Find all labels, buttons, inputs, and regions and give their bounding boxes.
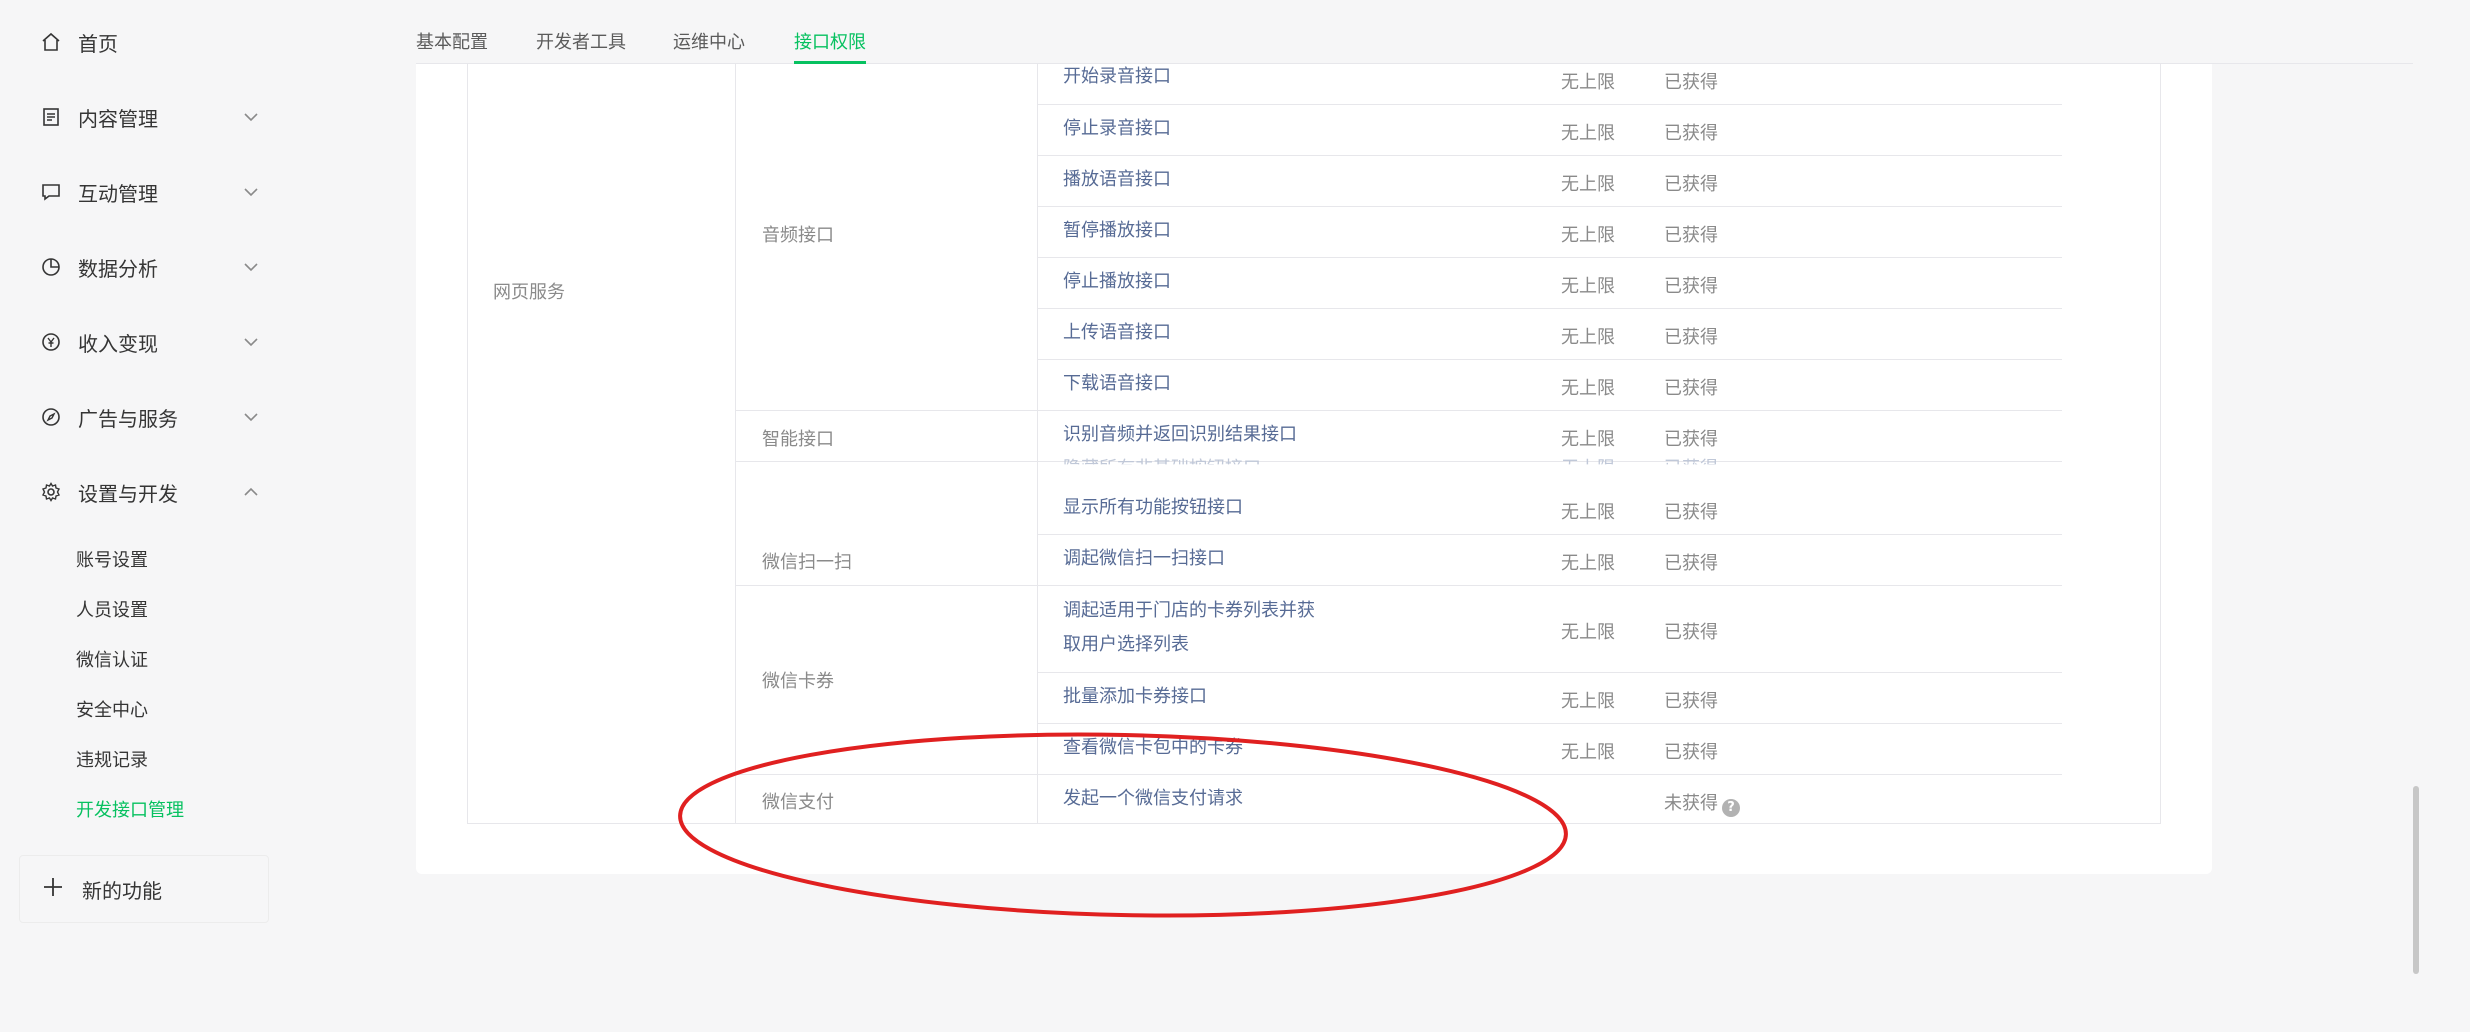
api-permission-table: 网页服务 音频接口 智能接口 微信扫一扫 微信卡券 微信支付 开始录音接口 无上… (467, 64, 2161, 824)
api-status-pay: 未获得? (1664, 789, 1740, 817)
api-name: 查看微信卡包中的卡券 (1063, 737, 1243, 758)
api-limit: 无上限 (1561, 429, 1615, 450)
api-limit: 无上限 (1561, 276, 1615, 297)
tab-dev-tools[interactable]: 开发者工具 (536, 28, 626, 64)
group-card: 微信卡券 (762, 671, 834, 692)
nav-settings-dev[interactable]: 设置与开发 (40, 472, 260, 512)
compass-icon (40, 406, 62, 428)
scrollbar-thumb[interactable] (2413, 786, 2419, 974)
gear-icon (40, 481, 62, 503)
api-name: 开始录音接口 (1063, 66, 1171, 87)
new-feature-label: 新的功能 (82, 878, 162, 903)
nav-interaction[interactable]: 互动管理 (40, 172, 260, 212)
api-name: 显示所有功能按钮接口 (1063, 497, 1243, 518)
chevron-down-icon (242, 183, 260, 201)
plus-icon (42, 875, 64, 903)
tab-api-permissions[interactable]: 接口权限 (794, 28, 866, 64)
sub-wechat-verification[interactable]: 微信认证 (76, 643, 148, 675)
sub-violation-records[interactable]: 违规记录 (76, 743, 148, 775)
nav-settings-dev-label: 设置与开发 (78, 481, 178, 506)
api-name: 停止录音接口 (1063, 118, 1171, 139)
nav-content[interactable]: 内容管理 (40, 97, 260, 137)
api-name: 批量添加卡券接口 (1063, 686, 1207, 707)
nav-ads-services[interactable]: 广告与服务 (40, 397, 260, 437)
api-limit: 无上限 (1561, 502, 1615, 523)
api-name: 识别音频并返回识别结果接口 (1063, 424, 1297, 445)
group-audio: 音频接口 (762, 225, 834, 246)
help-icon[interactable]: ? (1722, 799, 1740, 817)
api-status: 已获得 (1664, 123, 1718, 144)
api-limit: 无上限 (1561, 327, 1615, 348)
api-limit: 无上限 (1561, 622, 1615, 643)
nav-content-label: 内容管理 (78, 106, 158, 131)
api-name-line1: 调起适用于门店的卡券列表并获 (1063, 600, 1315, 621)
tab-basic-config[interactable]: 基本配置 (416, 28, 488, 64)
nav-monetization-label: 收入变现 (78, 331, 158, 356)
chat-icon (40, 181, 62, 203)
api-limit: 无上限 (1561, 691, 1615, 712)
api-name-line2: 取用户选择列表 (1063, 634, 1189, 655)
category-web-services: 网页服务 (493, 282, 565, 303)
api-status: 已获得 (1664, 174, 1718, 195)
sub-security-center[interactable]: 安全中心 (76, 693, 148, 725)
nav-ads-services-label: 广告与服务 (78, 406, 178, 431)
api-status: 已获得 (1664, 553, 1718, 574)
nav-interaction-label: 互动管理 (78, 181, 158, 206)
api-limit-clipped: 无上限 (1561, 458, 1615, 479)
api-status: 已获得 (1664, 225, 1718, 246)
sidebar: 首页 内容管理 互动管理 数据分析 收入变现 广告与服务 设置与开发 账号设置 … (0, 0, 280, 1032)
chevron-down-icon (242, 108, 260, 126)
nav-home[interactable]: 首页 (40, 22, 260, 62)
nav-analytics-label: 数据分析 (78, 256, 158, 281)
api-name: 调起微信扫一扫接口 (1063, 548, 1225, 569)
nav-monetization[interactable]: 收入变现 (40, 322, 260, 362)
group-pay: 微信支付 (762, 792, 834, 813)
group-scan: 微信扫一扫 (762, 552, 852, 573)
nav-analytics[interactable]: 数据分析 (40, 247, 260, 287)
nav-home-label: 首页 (78, 31, 118, 56)
sub-dev-api-management[interactable]: 开发接口管理 (76, 793, 184, 825)
api-status: 已获得 (1664, 72, 1718, 93)
api-name: 发起一个微信支付请求 (1063, 788, 1243, 809)
api-status: 已获得 (1664, 327, 1718, 348)
new-feature-button[interactable]: 新的功能 (19, 855, 269, 923)
column-divider (1037, 64, 1038, 824)
api-limit: 无上限 (1561, 378, 1615, 399)
chevron-down-icon (242, 408, 260, 426)
api-status: 已获得 (1664, 742, 1718, 763)
top-tabs: 基本配置 开发者工具 运维中心 接口权限 (416, 0, 2413, 64)
group-smart: 智能接口 (762, 429, 834, 450)
chevron-up-icon (242, 483, 260, 501)
column-divider (735, 64, 736, 824)
api-status: 已获得 (1664, 691, 1718, 712)
chevron-down-icon (242, 258, 260, 276)
api-name: 暂停播放接口 (1063, 220, 1171, 241)
api-status: 已获得 (1664, 502, 1718, 523)
api-name-clipped: 隐藏所有非基础按钮接口 (1063, 458, 1261, 479)
api-status-label: 未获得 (1664, 793, 1718, 814)
api-limit: 无上限 (1561, 123, 1615, 144)
home-icon (40, 31, 62, 53)
api-name: 停止播放接口 (1063, 271, 1171, 292)
api-limit: 无上限 (1561, 225, 1615, 246)
api-limit: 无上限 (1561, 72, 1615, 93)
api-status: 已获得 (1664, 622, 1718, 643)
api-status-clipped: 已获得 (1664, 458, 1718, 479)
api-name: 下载语音接口 (1063, 373, 1171, 394)
api-status: 已获得 (1664, 378, 1718, 399)
document-icon (40, 106, 62, 128)
api-name: 播放语音接口 (1063, 169, 1171, 190)
tab-ops-center[interactable]: 运维中心 (673, 28, 745, 64)
yuan-icon (40, 331, 62, 353)
pie-chart-icon (40, 256, 62, 278)
api-status: 已获得 (1664, 276, 1718, 297)
api-limit: 无上限 (1561, 742, 1615, 763)
api-limit: 无上限 (1561, 174, 1615, 195)
chevron-down-icon (242, 333, 260, 351)
sub-account-settings[interactable]: 账号设置 (76, 543, 148, 575)
api-limit: 无上限 (1561, 553, 1615, 574)
api-name: 上传语音接口 (1063, 322, 1171, 343)
sub-member-settings[interactable]: 人员设置 (76, 593, 148, 625)
api-status: 已获得 (1664, 429, 1718, 450)
